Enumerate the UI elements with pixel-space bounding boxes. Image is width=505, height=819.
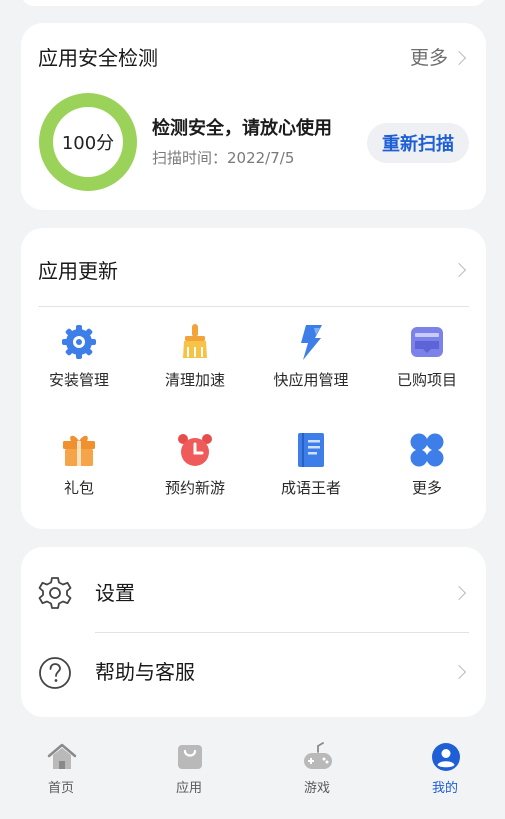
nav-label: 首页 xyxy=(47,781,74,796)
home-icon xyxy=(47,743,77,769)
grid-item-install-manage[interactable]: 安装管理 xyxy=(21,323,137,413)
alarm-clock-icon xyxy=(178,434,212,466)
app-security-card: 应用安全检测 更多 100分 检测安全，请放心使用 扫描时间：2022/7/5 … xyxy=(21,23,486,210)
security-score-ring: 100分 xyxy=(39,93,137,191)
chevron-right-icon xyxy=(451,664,467,680)
chevron-right-icon[interactable] xyxy=(451,262,467,278)
security-status-text: 检测安全，请放心使用 xyxy=(152,118,332,139)
previous-card-edge xyxy=(21,0,486,6)
grid-item-label: 预约新游 xyxy=(164,479,225,497)
profile-icon xyxy=(432,743,460,771)
grid-item-label: 安装管理 xyxy=(48,371,109,389)
grid-item-quick-app-manage[interactable]: 快应用管理 xyxy=(253,323,369,413)
grid-item-label: 清理加速 xyxy=(164,371,225,389)
nav-item-mine[interactable]: 我的 xyxy=(405,738,485,804)
app-update-card: 应用更新 安装管理 清理加速 快应用管理 已购项目 礼包 预约新游 成语王者 更… xyxy=(21,228,486,529)
chevron-right-icon xyxy=(451,585,467,601)
settings-label: 设置 xyxy=(95,581,135,605)
gift-icon xyxy=(63,435,95,466)
grid-item-clean-speedup[interactable]: 清理加速 xyxy=(137,323,253,413)
help-icon xyxy=(39,657,71,689)
lightning-icon xyxy=(301,325,322,360)
settings-card: 设置 帮助与客服 xyxy=(21,547,486,717)
gamepad-icon xyxy=(304,742,332,769)
gear-icon xyxy=(62,325,96,359)
nav-label: 游戏 xyxy=(303,781,330,796)
security-more-link[interactable]: 更多 xyxy=(410,45,448,71)
four-leaf-icon xyxy=(410,433,444,467)
chevron-right-icon[interactable] xyxy=(451,50,467,66)
update-title[interactable]: 应用更新 xyxy=(38,258,118,284)
scan-time-text: 扫描时间：2022/7/5 xyxy=(152,149,295,167)
grid-item-label: 已购项目 xyxy=(396,371,457,389)
nav-item-games[interactable]: 游戏 xyxy=(277,738,357,804)
grid-item-label: 更多 xyxy=(411,479,442,497)
grid-item-gift[interactable]: 礼包 xyxy=(21,431,137,521)
app-bag-icon xyxy=(178,745,202,769)
grid-item-label: 礼包 xyxy=(63,479,94,497)
nav-label: 我的 xyxy=(431,781,458,796)
nav-item-apps[interactable]: 应用 xyxy=(149,738,229,804)
security-title: 应用安全检测 xyxy=(38,46,158,70)
settings-gear-icon xyxy=(38,577,72,609)
help-service-row[interactable]: 帮助与客服 xyxy=(21,633,486,717)
divider xyxy=(38,306,469,307)
purchased-icon xyxy=(411,327,443,357)
grid-item-idiom-king[interactable]: 成语王者 xyxy=(253,431,369,521)
grid-item-reserve-games[interactable]: 预约新游 xyxy=(137,431,253,521)
grid-item-label: 成语王者 xyxy=(280,479,341,497)
help-service-label: 帮助与客服 xyxy=(95,660,195,684)
grid-item-purchased[interactable]: 已购项目 xyxy=(369,323,485,413)
broom-icon xyxy=(183,324,207,358)
settings-row[interactable]: 设置 xyxy=(21,547,486,632)
bottom-nav: 首页 应用 游戏 我的 xyxy=(0,728,505,819)
book-icon xyxy=(298,433,324,467)
grid-item-label: 快应用管理 xyxy=(273,371,349,389)
rescan-button[interactable]: 重新扫描 xyxy=(367,123,469,163)
nav-item-home[interactable]: 首页 xyxy=(21,738,101,804)
grid-item-more[interactable]: 更多 xyxy=(369,431,485,521)
nav-label: 应用 xyxy=(175,781,202,796)
security-score: 100分 xyxy=(53,107,123,177)
